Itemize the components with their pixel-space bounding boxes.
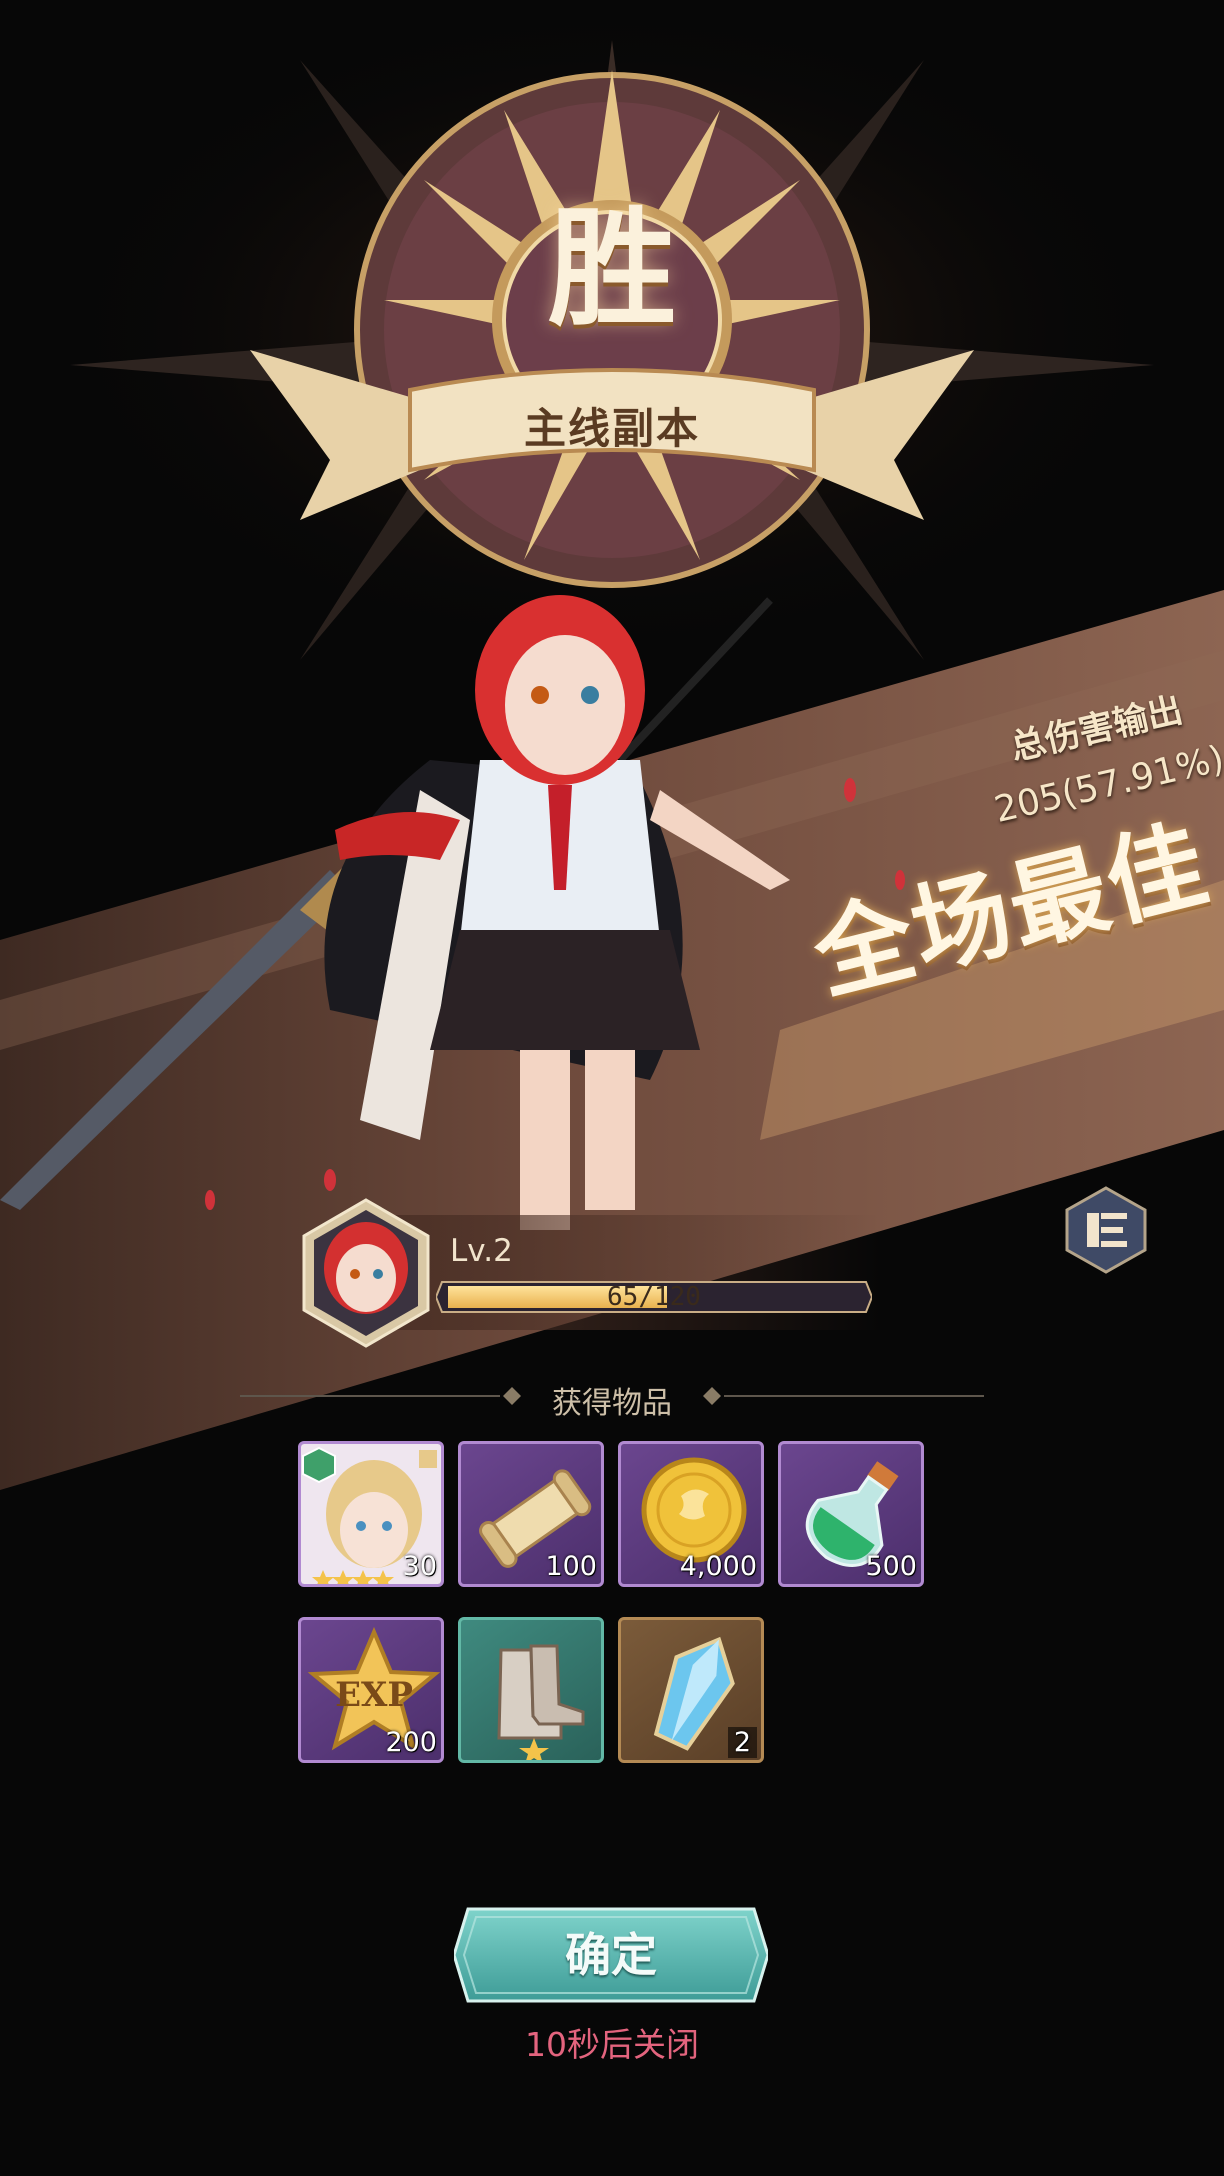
rewards-title: 获得物品	[552, 1386, 672, 1421]
reward-quantity: 2	[727, 1727, 757, 1758]
reward-item-exp[interactable]: EXP 200	[298, 1617, 444, 1763]
stage-name: 主线副本	[523, 404, 700, 453]
battle-details-button[interactable]	[1061, 1185, 1151, 1275]
reward-quantity: 200	[385, 1727, 437, 1758]
reward-quantity: 30	[402, 1551, 437, 1582]
reward-item-potion[interactable]: 500	[778, 1441, 924, 1587]
xp-text: 65/120	[607, 1282, 701, 1312]
reward-item-hero-shard[interactable]: 30	[298, 1441, 444, 1587]
reward-quantity: 4,000	[679, 1551, 757, 1582]
reward-item-boots[interactable]	[458, 1617, 604, 1763]
reward-item-gold[interactable]: 4,000	[618, 1441, 764, 1587]
reward-item-scroll[interactable]: 100	[458, 1441, 604, 1587]
reward-quantity: 500	[865, 1551, 917, 1582]
hero-portrait	[302, 1198, 430, 1348]
hero-level: Lv.2	[450, 1233, 513, 1269]
svg-text:EXP: EXP	[335, 1675, 413, 1715]
reward-item-crystal[interactable]: 2	[618, 1617, 764, 1763]
victory-title: 胜	[547, 194, 676, 344]
auto-close-countdown: 10秒后关闭	[525, 2025, 699, 2064]
boots-icon	[497, 1644, 585, 1760]
reward-quantity: 100	[545, 1551, 597, 1582]
list-icon	[1087, 1213, 1127, 1247]
confirm-button[interactable]	[454, 1905, 768, 2005]
